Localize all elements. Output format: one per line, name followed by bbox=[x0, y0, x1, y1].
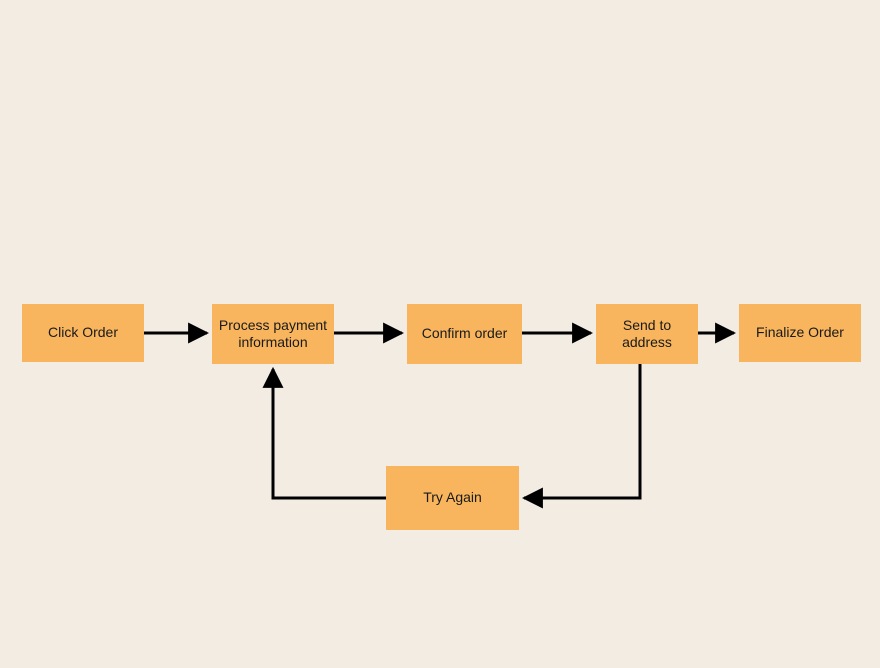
node-label: Finalize Order bbox=[756, 324, 844, 342]
node-label: Confirm order bbox=[422, 325, 508, 343]
node-send-to-address: Send to address bbox=[596, 304, 698, 364]
edge-try-again-to-process-payment bbox=[273, 369, 386, 498]
node-try-again: Try Again bbox=[386, 466, 519, 530]
flowchart-canvas: Click Order Process payment information … bbox=[0, 0, 880, 668]
node-label: Try Again bbox=[423, 489, 482, 507]
node-label: Send to address bbox=[602, 317, 692, 352]
node-finalize-order: Finalize Order bbox=[739, 304, 861, 362]
node-click-order: Click Order bbox=[22, 304, 144, 362]
node-confirm-order: Confirm order bbox=[407, 304, 522, 364]
node-label: Click Order bbox=[48, 324, 118, 342]
node-process-payment: Process payment information bbox=[212, 304, 334, 364]
edge-send-to-address-to-try-again bbox=[524, 364, 640, 498]
node-label: Process payment information bbox=[218, 317, 328, 352]
